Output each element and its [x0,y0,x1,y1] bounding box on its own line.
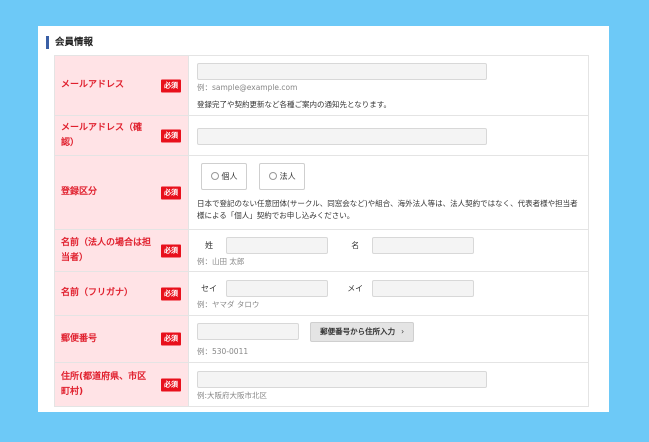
email-confirm-input[interactable] [197,128,487,145]
first-name-kana-input[interactable] [372,279,475,297]
name-kana-label-cell: 名前（フリガナ） 必須 [54,271,189,316]
name-inputs: 姓 名 [197,235,580,254]
last-name-kana-label: セイ [201,283,217,293]
email-row: メールアドレス 必須 例：sample@example.com 登録完了や契約更… [54,55,589,116]
required-badge: 必須 [161,332,181,346]
first-name-input[interactable] [372,236,475,254]
address-label: 住所(都道府県、市区町村) [61,371,147,397]
name-field-cell: 姓 名 例：山田 太郎 [188,229,589,272]
name-example: 例：山田 太郎 [197,256,245,266]
radio-individual[interactable]: 個人 [201,163,247,190]
required-badge: 必須 [161,244,181,257]
registration-type-options: 個人 法人 [201,163,580,190]
postal-inputs: 郵便番号から住所入力 › [197,321,580,342]
address-example: 例:大阪府大阪市北区 [197,390,268,400]
name-kana-example: 例：ヤマダ タロウ [197,299,260,309]
address-lookup-button-label: 郵便番号から住所入力 [320,326,396,336]
postal-label: 郵便番号 [61,333,98,344]
member-info-form: メールアドレス 必須 例：sample@example.com 登録完了や契約更… [54,55,589,407]
email-label-cell: メールアドレス 必須 [54,55,189,116]
radio-corporate[interactable]: 法人 [259,163,306,190]
required-badge: 必須 [161,378,181,391]
registration-type-label-cell: 登録区分 必須 [54,155,189,230]
registration-type-row: 登録区分 必須 個人 法人 日本で登記のない任意団体(サークル、同窓会など)や組… [54,155,589,230]
name-kana-field-cell: セイ メイ 例：ヤマダ タロウ [188,271,589,316]
name-kana-row: 名前（フリガナ） 必須 セイ メイ 例：ヤマダ タロウ [54,271,589,316]
address-label-cell: 住所(都道府県、市区町村) 必須 [54,362,189,407]
last-name-kana-input[interactable] [226,279,329,297]
first-name-kana-label: メイ [347,283,364,293]
postal-example: 例：530-0011 [197,346,249,356]
name-label-cell: 名前（法人の場合は担当者） 必須 [54,229,189,272]
required-badge: 必須 [161,79,181,92]
registration-type-note: 日本で登記のない任意団体(サークル、同窓会など)や組合、海外法人等は、法人契約で… [197,199,578,220]
email-confirm-field-cell [188,115,589,156]
last-name-input[interactable] [226,236,329,254]
email-confirm-row: メールアドレス（確認） 必須 [54,115,589,156]
email-label: メールアドレス [61,80,125,90]
email-field-cell: 例：sample@example.com 登録完了や契約更新など各種ご案内の通知… [188,55,589,116]
name-kana-label: 名前（フリガナ） [61,288,134,298]
address-lookup-button[interactable]: 郵便番号から住所入力 › [310,321,415,342]
registration-type-field-cell: 個人 法人 日本で登記のない任意団体(サークル、同窓会など)や組合、海外法人等は… [188,155,589,230]
postal-row: 郵便番号 必須 郵便番号から住所入力 › 例：530-0011 [54,315,589,363]
name-row: 名前（法人の場合は担当者） 必須 姓 名 例：山田 太郎 [54,229,589,272]
radio-circle-icon [268,172,277,180]
required-badge: 必須 [161,287,181,300]
radio-individual-label: 個人 [221,172,238,181]
section-title: 会員情報 [46,36,93,49]
registration-type-label: 登録区分 [61,187,98,197]
first-name-label: 名 [351,240,360,250]
address-field-cell: 例:大阪府大阪市北区 [188,362,589,407]
required-badge: 必須 [161,186,181,199]
email-confirm-label-cell: メールアドレス（確認） 必須 [54,115,189,156]
required-badge: 必須 [161,129,181,142]
email-confirm-label: メールアドレス（確認） [61,122,143,148]
postal-code-input[interactable] [197,323,299,341]
chevron-right-icon: › [401,326,405,336]
postal-field-cell: 郵便番号から住所入力 › 例：530-0011 [188,315,589,363]
postal-label-cell: 郵便番号 必須 [54,315,189,363]
email-example: 例：sample@example.com [197,82,298,92]
last-name-label: 姓 [205,240,213,250]
name-label: 名前（法人の場合は担当者） [61,237,152,263]
email-input[interactable] [197,62,487,80]
radio-corporate-label: 法人 [279,172,296,181]
radio-circle-icon [210,172,219,180]
address-input[interactable] [197,370,487,388]
name-kana-inputs: セイ メイ [197,278,580,297]
address-row: 住所(都道府県、市区町村) 必須 例:大阪府大阪市北区 [54,362,589,407]
email-note: 登録完了や契約更新など各種ご案内の通知先となります。 [197,99,392,109]
member-info-panel: 会員情報 メールアドレス 必須 例：sample@example.com 登録完… [38,26,609,412]
